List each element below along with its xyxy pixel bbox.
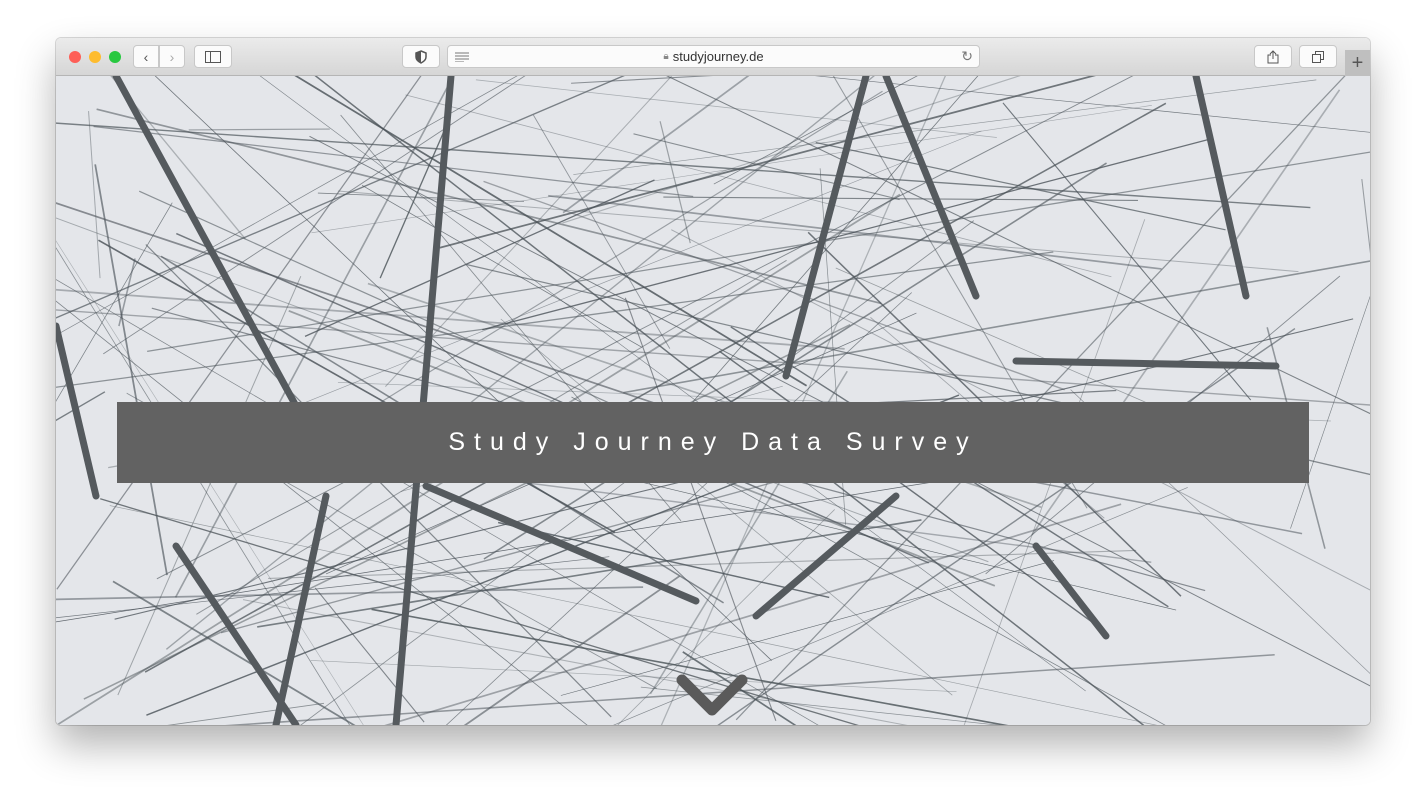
browser-toolbar: ‹ › 🔒︎ studyjourney.de ↻ + [56,38,1370,76]
page-title: Study Journey Data Survey [448,428,978,456]
share-icon [1267,49,1279,63]
hero-section: Study Journey Data Survey [56,76,1370,725]
new-tab-icon: + [1351,52,1364,74]
close-window-button[interactable] [69,51,81,63]
forward-icon: › [169,48,175,65]
tabs-icon [1312,50,1324,63]
browser-window: ‹ › 🔒︎ studyjourney.de ↻ + Study Journey… [56,38,1370,725]
new-tab-button[interactable]: + [1345,50,1370,76]
forward-button[interactable]: › [159,45,185,68]
sidebar-icon [205,50,221,63]
shield-icon [415,49,427,64]
tabs-button[interactable] [1299,45,1337,68]
network-background-image [56,76,1370,725]
lock-icon: 🔒︎ [663,51,669,62]
url-text: studyjourney.de [672,49,764,64]
zoom-window-button[interactable] [109,51,121,63]
back-icon: ‹ [143,48,149,65]
address-bar[interactable]: 🔒︎ studyjourney.de ↻ [447,45,980,68]
minimize-window-button[interactable] [89,51,101,63]
sidebar-button[interactable] [194,45,232,68]
reader-icon [455,52,469,62]
reload-icon[interactable]: ↻ [961,48,973,65]
chevron-down-icon[interactable] [676,672,748,720]
title-banner: Study Journey Data Survey [117,402,1309,483]
privacy-button[interactable] [402,45,440,68]
share-button[interactable] [1254,45,1292,68]
back-button[interactable]: ‹ [133,45,159,68]
